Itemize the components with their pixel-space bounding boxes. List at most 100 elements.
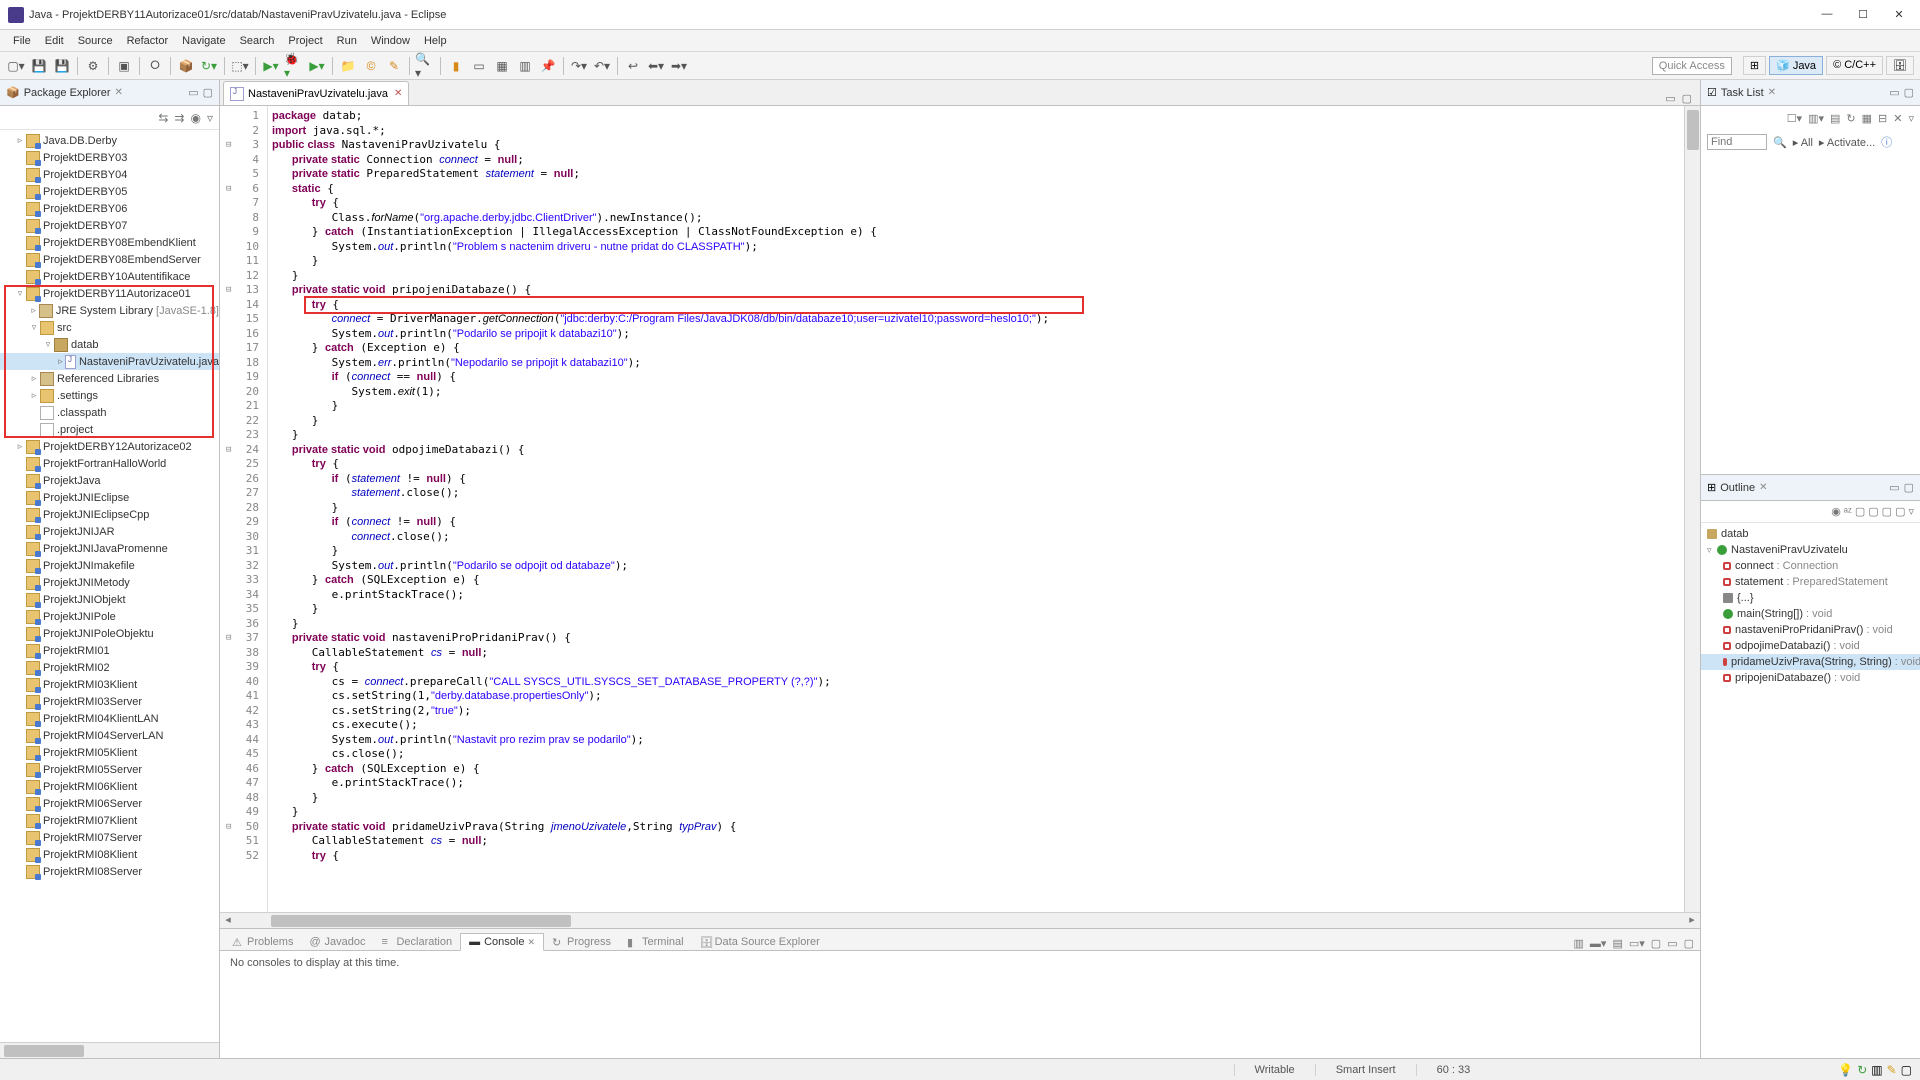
outline-item[interactable]: pripojeniDatabaze(): void xyxy=(1701,670,1920,686)
tree-item[interactable]: ProjektDERBY03 xyxy=(0,149,219,166)
outline-item[interactable]: nastaveniProPridaniPrav(): void xyxy=(1701,622,1920,638)
editor-horizontal-scrollbar[interactable]: ◂ ▸ xyxy=(220,912,1700,928)
code-line[interactable]: System.out.println("Podarilo se odpojit … xyxy=(268,559,1684,574)
bottom-tab-declaration[interactable]: ≡Declaration xyxy=(373,934,460,950)
task-activate-button[interactable]: ▸ Activate... xyxy=(1819,136,1875,149)
outline-item[interactable]: ▿NastaveniPravUzivatelu xyxy=(1701,542,1920,558)
tree-item[interactable]: ProjektDERBY05 xyxy=(0,183,219,200)
code-line[interactable]: } xyxy=(268,617,1684,632)
maximize-button[interactable]: ☐ xyxy=(1854,8,1872,21)
tree-item[interactable]: .project xyxy=(0,421,219,438)
code-line[interactable]: e.printStackTrace(); xyxy=(268,588,1684,603)
code-line[interactable]: connect.close(); xyxy=(268,530,1684,545)
tree-item[interactable]: ProjektRMI03Server xyxy=(0,693,219,710)
tree-item[interactable]: ProjektJNIPoleObjektu xyxy=(0,625,219,642)
outline-item[interactable]: main(String[]): void xyxy=(1701,606,1920,622)
synchronize-button[interactable]: ↻ xyxy=(1846,112,1855,125)
link-editor-button[interactable]: ⇉ xyxy=(174,111,184,125)
menu-edit[interactable]: Edit xyxy=(38,35,71,47)
tree-item[interactable]: ProjektRMI07Klient xyxy=(0,812,219,829)
code-line[interactable]: cs = connect.prepareCall("CALL SYSCS_UTI… xyxy=(268,675,1684,690)
code-line[interactable]: } xyxy=(268,791,1684,806)
outline-item[interactable]: datab xyxy=(1701,526,1920,542)
close-tab-icon[interactable]: ✕ xyxy=(394,88,402,99)
tree-item[interactable]: ProjektJava xyxy=(0,472,219,489)
new-project-button[interactable]: 📁 xyxy=(338,56,358,76)
bottom-tab-console[interactable]: ▬Console ✕ xyxy=(460,933,544,951)
outline-item[interactable]: {...} xyxy=(1701,590,1920,606)
tree-item[interactable]: ProjektRMI04ServerLAN xyxy=(0,727,219,744)
tree-item[interactable]: ProjektRMI08Server xyxy=(0,863,219,880)
outline-item[interactable]: pridameUzivPrava(String, String): void xyxy=(1701,654,1920,670)
build-button[interactable]: ⚙ xyxy=(83,56,103,76)
task-find-input[interactable] xyxy=(1707,134,1767,150)
tip-icon[interactable]: 💡 xyxy=(1838,1063,1853,1077)
tree-item[interactable]: ProjektRMI01 xyxy=(0,642,219,659)
tree-item[interactable]: ▿src xyxy=(0,319,219,336)
tree-item[interactable]: ProjektDERBY06 xyxy=(0,200,219,217)
tree-item[interactable]: ProjektRMI04KlientLAN xyxy=(0,710,219,727)
coverage-button[interactable]: ▶▾ xyxy=(307,56,327,76)
tree-item[interactable]: ProjektFortranHalloWorld xyxy=(0,455,219,472)
outline-item[interactable]: statement: PreparedStatement xyxy=(1701,574,1920,590)
bottom-tab-terminal[interactable]: ▮Terminal xyxy=(619,934,692,950)
database-perspective-button[interactable]: 🗄 xyxy=(1886,56,1914,75)
code-line[interactable]: System.exit(1); xyxy=(268,385,1684,400)
code-line[interactable]: private static void pridameUzivPrava(Str… xyxy=(268,820,1684,835)
code-line[interactable]: try { xyxy=(268,660,1684,675)
updates-icon[interactable]: ↻ xyxy=(1857,1063,1867,1077)
minimize-button[interactable]: — xyxy=(1818,8,1836,21)
code-line[interactable]: System.err.println("Nepodarilo se pripoj… xyxy=(268,356,1684,371)
hide-static-button[interactable]: ▢ xyxy=(1868,505,1878,518)
code-line[interactable]: if (connect == null) { xyxy=(268,370,1684,385)
toggle-mark-button[interactable]: ▮ xyxy=(446,56,466,76)
code-line[interactable]: } catch (Exception e) { xyxy=(268,341,1684,356)
tree-item[interactable]: ProjektJNIEclipseCpp xyxy=(0,506,219,523)
tree-item[interactable]: ProjektRMI06Klient xyxy=(0,778,219,795)
save-button[interactable]: 💾 xyxy=(29,56,49,76)
debug-button[interactable]: 🐞▾ xyxy=(284,56,304,76)
new-class-button[interactable]: © xyxy=(361,56,381,76)
code-editor[interactable]: 1234567891011121314151617181920212223242… xyxy=(220,106,1700,912)
code-line[interactable]: } xyxy=(268,805,1684,820)
code-line[interactable]: cs.execute(); xyxy=(268,718,1684,733)
prev-annotation-button[interactable]: ↶▾ xyxy=(592,56,612,76)
console-toolbar-button[interactable]: ▢ xyxy=(1684,937,1694,950)
code-line[interactable]: public class NastaveniPravUzivatelu { xyxy=(268,138,1684,153)
tree-item[interactable]: ▿ProjektDERBY11Autorizace01 xyxy=(0,285,219,302)
code-line[interactable]: private static void odpojimeDatabazi() { xyxy=(268,443,1684,458)
categorize-button[interactable]: ▥▾ xyxy=(1808,112,1824,125)
new-task-button[interactable]: ☐▾ xyxy=(1787,112,1802,125)
tree-item[interactable]: ▹JRE System Library[JavaSE-1.8] xyxy=(0,302,219,319)
code-line[interactable]: connect = DriverManager.getConnection("j… xyxy=(268,312,1684,327)
outline-item[interactable]: odpojimeDatabazi(): void xyxy=(1701,638,1920,654)
tree-item[interactable]: ProjektDERBY04 xyxy=(0,166,219,183)
tree-item[interactable]: ProjektRMI07Server xyxy=(0,829,219,846)
editor-minimize-button[interactable]: ▭ xyxy=(1665,92,1675,105)
pin-button[interactable]: 📌 xyxy=(538,56,558,76)
editor-vertical-scrollbar[interactable] xyxy=(1684,106,1700,912)
view-minimize-button[interactable]: ▭ xyxy=(1889,481,1899,494)
tree-item[interactable]: ▹ProjektDERBY12Autorizace02 xyxy=(0,438,219,455)
focus-active-button[interactable]: ◉ xyxy=(1831,505,1841,518)
next-annotation-button[interactable]: ↷▾ xyxy=(569,56,589,76)
menu-source[interactable]: Source xyxy=(71,35,120,47)
tree-item[interactable]: ProjektDERBY10Autentifikace xyxy=(0,268,219,285)
view-maximize-button[interactable]: ▢ xyxy=(1904,86,1914,99)
console-toolbar-button[interactable]: ▤ xyxy=(1612,937,1622,950)
forward-button[interactable]: ➡▾ xyxy=(669,56,689,76)
view-maximize-button[interactable]: ▢ xyxy=(1904,481,1914,494)
new-button[interactable]: ▢▾ xyxy=(6,56,26,76)
menu-search[interactable]: Search xyxy=(233,35,282,47)
code-line[interactable]: try { xyxy=(268,849,1684,864)
focus-task-button[interactable]: ◉ xyxy=(190,111,200,125)
bottom-tab-data-source-explorer[interactable]: 🗄Data Source Explorer xyxy=(692,934,828,950)
console-toolbar-button[interactable]: ▭▾ xyxy=(1629,937,1645,950)
bottom-tab-progress[interactable]: ↻Progress xyxy=(544,934,619,950)
menu-refactor[interactable]: Refactor xyxy=(120,35,176,47)
build-status-icon[interactable]: ✎ xyxy=(1887,1063,1897,1077)
code-line[interactable]: System.out.println("Nastavit pro rezim p… xyxy=(268,733,1684,748)
collapse-button[interactable]: ⊟ xyxy=(1878,112,1887,125)
debug-mode-button[interactable]: ▣ xyxy=(114,56,134,76)
tree-item[interactable]: ProjektJNIEclipse xyxy=(0,489,219,506)
